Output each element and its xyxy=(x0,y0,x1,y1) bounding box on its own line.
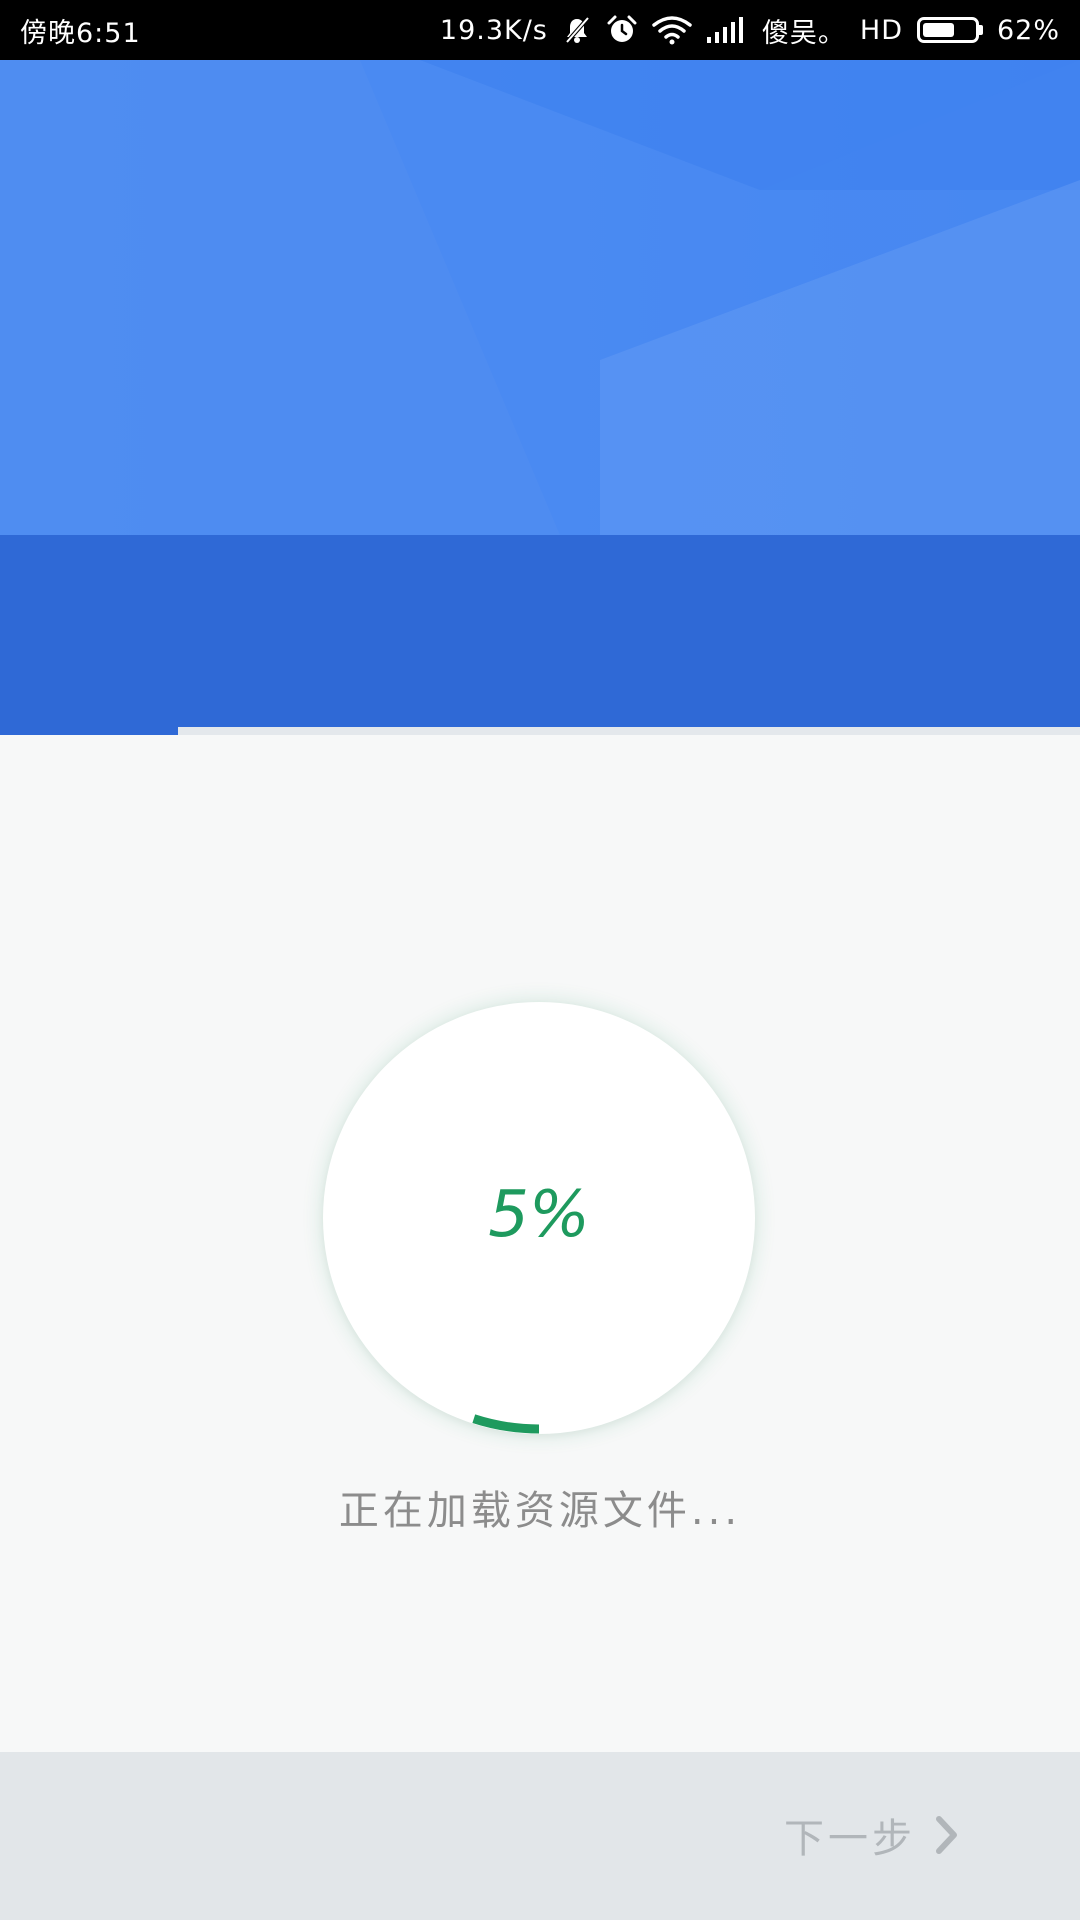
battery-level xyxy=(922,23,954,37)
carrier-name: 傻吴。 xyxy=(761,17,846,49)
next-step-button[interactable]: 下一步 xyxy=(784,1802,960,1868)
banner-decoration xyxy=(0,60,1080,535)
signal-icon xyxy=(706,15,748,45)
mute-bell-icon xyxy=(562,15,592,45)
network-speed: 19.3K/s xyxy=(439,14,548,46)
banner-base xyxy=(0,535,1080,727)
loading-circle: 5% xyxy=(323,1002,755,1434)
banner-progress-bar xyxy=(0,727,178,735)
battery-body xyxy=(916,17,979,43)
chevron-right-icon xyxy=(934,1815,960,1855)
alarm-icon xyxy=(606,14,638,46)
progress-arc xyxy=(472,1414,540,1434)
status-time: 傍晚6:51 xyxy=(20,17,141,49)
hd-indicator: HD xyxy=(859,14,903,46)
status-indicators: 19.3K/s 傻吴。 HD 62% xyxy=(440,11,1060,50)
battery-icon xyxy=(916,17,983,43)
bottom-bar: 下一步 xyxy=(0,1752,1080,1920)
progress-percent: 5% xyxy=(488,1178,590,1252)
loading-status-text: 正在加载资源文件... xyxy=(338,1488,742,1534)
battery-percent: 62% xyxy=(996,14,1060,46)
app-screen: 傍晚6:51 19.3K/s 傻吴。 HD 62% 5% 正在加载资源文件...… xyxy=(0,0,1080,1920)
status-bar: 傍晚6:51 19.3K/s 傻吴。 HD 62% xyxy=(0,0,1080,60)
header-banner xyxy=(0,60,1080,535)
battery-tip xyxy=(978,25,983,35)
next-step-label: 下一步 xyxy=(784,1816,916,1862)
wifi-icon xyxy=(652,15,692,45)
